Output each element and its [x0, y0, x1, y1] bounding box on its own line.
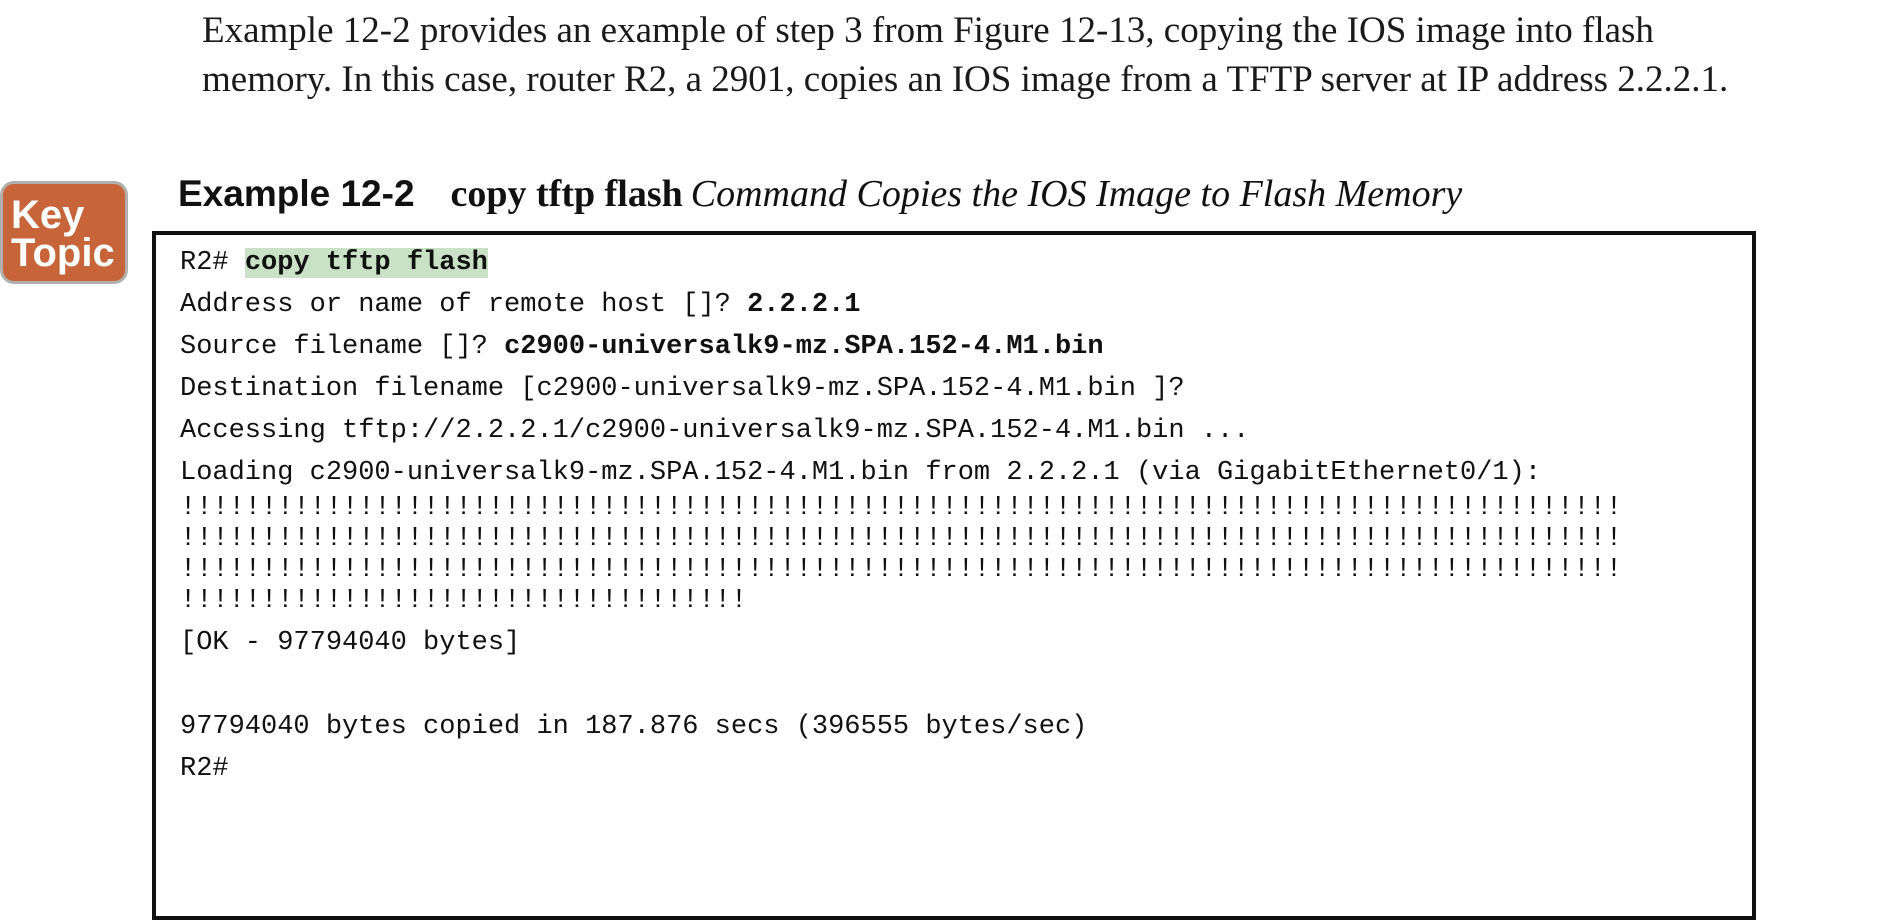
progress-line-3: !!!!!!!!!!!!!!!!!!!!!!!!!!!!!!!!!!!!!!!!…	[180, 555, 1623, 585]
progress-line-4: !!!!!!!!!!!!!!!!!!!!!!!!!!!!!!!!!!!	[180, 586, 748, 616]
example-description: Command Copies the IOS Image to Flash Me…	[690, 173, 1463, 215]
example-label: Example 12-2	[178, 173, 415, 214]
terminal-line-3: Source filename []? c2900-universalk9-mz…	[180, 330, 1104, 364]
terminal-line-6: Loading c2900-universalk9-mz.SPA.152-4.M…	[180, 458, 1542, 488]
intro-paragraph: Example 12-2 provides an example of step…	[202, 10, 1729, 100]
terminal-output-box: R2# copy tftp flash Address or name of r…	[152, 231, 1756, 920]
terminal-ok-line: [OK - 97794040 bytes]	[180, 628, 521, 658]
remote-host-prompt: Address or name of remote host []?	[180, 290, 748, 320]
example-command: copy tftp flash	[450, 173, 683, 215]
key-topic-line2: Topic	[11, 231, 115, 275]
key-topic-line1: Key	[11, 193, 85, 237]
highlighted-command: copy tftp flash	[244, 248, 488, 278]
key-topic-icon: Key Topic	[0, 181, 128, 284]
progress-line-1: !!!!!!!!!!!!!!!!!!!!!!!!!!!!!!!!!!!!!!!!…	[180, 493, 1623, 523]
prompt: R2#	[180, 248, 245, 278]
terminal-final-prompt: R2#	[180, 754, 229, 784]
source-filename-prompt: Source filename []?	[180, 332, 505, 362]
terminal-line-4: Destination filename [c2900-universalk9-…	[180, 374, 1185, 404]
remote-host-value: 2.2.2.1	[747, 290, 861, 320]
source-filename-value: c2900-universalk9-mz.SPA.152-4.M1.bin	[504, 332, 1104, 362]
terminal-line-1: R2# copy tftp flash	[180, 246, 488, 280]
terminal-line-5: Accessing tftp://2.2.2.1/c2900-universal…	[180, 416, 1250, 446]
terminal-copied-line: 97794040 bytes copied in 187.876 secs (3…	[180, 712, 1088, 742]
progress-line-2: !!!!!!!!!!!!!!!!!!!!!!!!!!!!!!!!!!!!!!!!…	[180, 524, 1623, 554]
example-caption: Example 12-2 copy tftp flash Command Copi…	[178, 172, 1462, 216]
terminal-line-2: Address or name of remote host []? 2.2.2…	[180, 288, 861, 322]
